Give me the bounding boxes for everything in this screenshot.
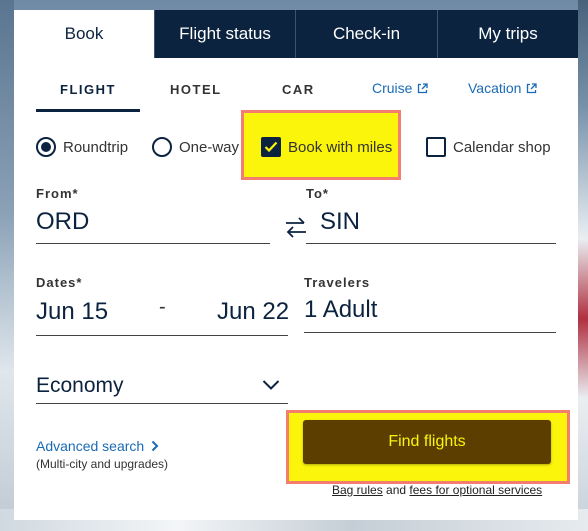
fees-link[interactable]: fees for optional services [409, 483, 542, 497]
advanced-search-link[interactable]: Advanced search [36, 438, 160, 454]
find-flights-button[interactable]: Find flights [303, 420, 551, 464]
subtab-flight[interactable]: FLIGHT [36, 82, 140, 112]
subtab-cruise-label: Cruise [372, 80, 413, 96]
subtab-vacation-label: Vacation [468, 80, 522, 96]
external-link-icon [417, 83, 429, 94]
calendar-shop-option[interactable]: Calendar shop [426, 137, 551, 157]
date-separator: - [159, 296, 166, 318]
chevron-down-icon[interactable] [262, 378, 280, 390]
advanced-search-label: Advanced search [36, 438, 145, 454]
cabin-underline [36, 403, 288, 404]
to-underline [306, 243, 556, 244]
advanced-search-subtext: (Multi-city and upgrades) [36, 457, 169, 471]
booking-widget: Book Flight status Check-in My trips FLI… [14, 10, 578, 520]
to-label: To* [306, 186, 329, 201]
roundtrip-label: Roundtrip [63, 138, 129, 156]
tab-flight-status[interactable]: Flight status [154, 10, 295, 58]
subtab-hotel[interactable]: HOTEL [170, 82, 222, 110]
dates-label: Dates* [36, 275, 83, 290]
tab-my-trips[interactable]: My trips [437, 10, 578, 58]
main-tabs: Book Flight status Check-in My trips [14, 10, 578, 58]
tab-check-in[interactable]: Check-in [295, 10, 437, 58]
book-with-miles-checkbox[interactable] [261, 137, 281, 157]
oneway-label: One-way [179, 138, 240, 156]
from-underline [36, 243, 270, 244]
oneway-option[interactable]: One-way [152, 137, 239, 157]
roundtrip-option[interactable]: Roundtrip [36, 137, 128, 157]
external-link-icon [526, 83, 538, 94]
return-date-input[interactable]: Jun 22 [217, 298, 289, 326]
product-subtabs: FLIGHT HOTEL CAR Cruise Vacation [36, 80, 556, 112]
footer-and-text: and [386, 483, 407, 497]
footer-links: Bag rules and fees for optional services [332, 483, 542, 497]
subtab-car[interactable]: CAR [282, 82, 315, 110]
calendar-shop-checkbox[interactable] [426, 137, 446, 157]
radio-selected-dot [41, 142, 51, 152]
swap-icon[interactable] [284, 215, 308, 239]
bag-rules-link[interactable]: Bag rules [332, 483, 383, 497]
background-scenery-right [578, 0, 588, 531]
background-scenery-left [0, 0, 14, 531]
subtab-vacation[interactable]: Vacation [468, 80, 538, 108]
from-input[interactable]: ORD [36, 208, 89, 236]
cabin-select[interactable]: Economy [36, 374, 124, 398]
travelers-underline [304, 332, 556, 333]
trip-options-row: Roundtrip One-way Book with miles Calend… [36, 130, 566, 164]
dates-underline [36, 335, 288, 336]
depart-date-input[interactable]: Jun 15 [36, 298, 108, 326]
roundtrip-radio[interactable] [36, 137, 56, 157]
calendar-shop-label: Calendar shop [453, 138, 551, 156]
to-input[interactable]: SIN [320, 208, 360, 236]
chevron-right-icon [151, 440, 159, 452]
tab-book[interactable]: Book [14, 10, 154, 58]
oneway-radio[interactable] [152, 137, 172, 157]
subtab-cruise[interactable]: Cruise [372, 80, 429, 108]
book-with-miles-label: Book with miles [288, 138, 393, 156]
book-with-miles-option[interactable]: Book with miles [261, 137, 392, 157]
checkmark-icon [264, 141, 278, 153]
from-label: From* [36, 186, 79, 201]
travelers-input[interactable]: 1 Adult [304, 296, 377, 324]
travelers-label: Travelers [304, 275, 371, 290]
